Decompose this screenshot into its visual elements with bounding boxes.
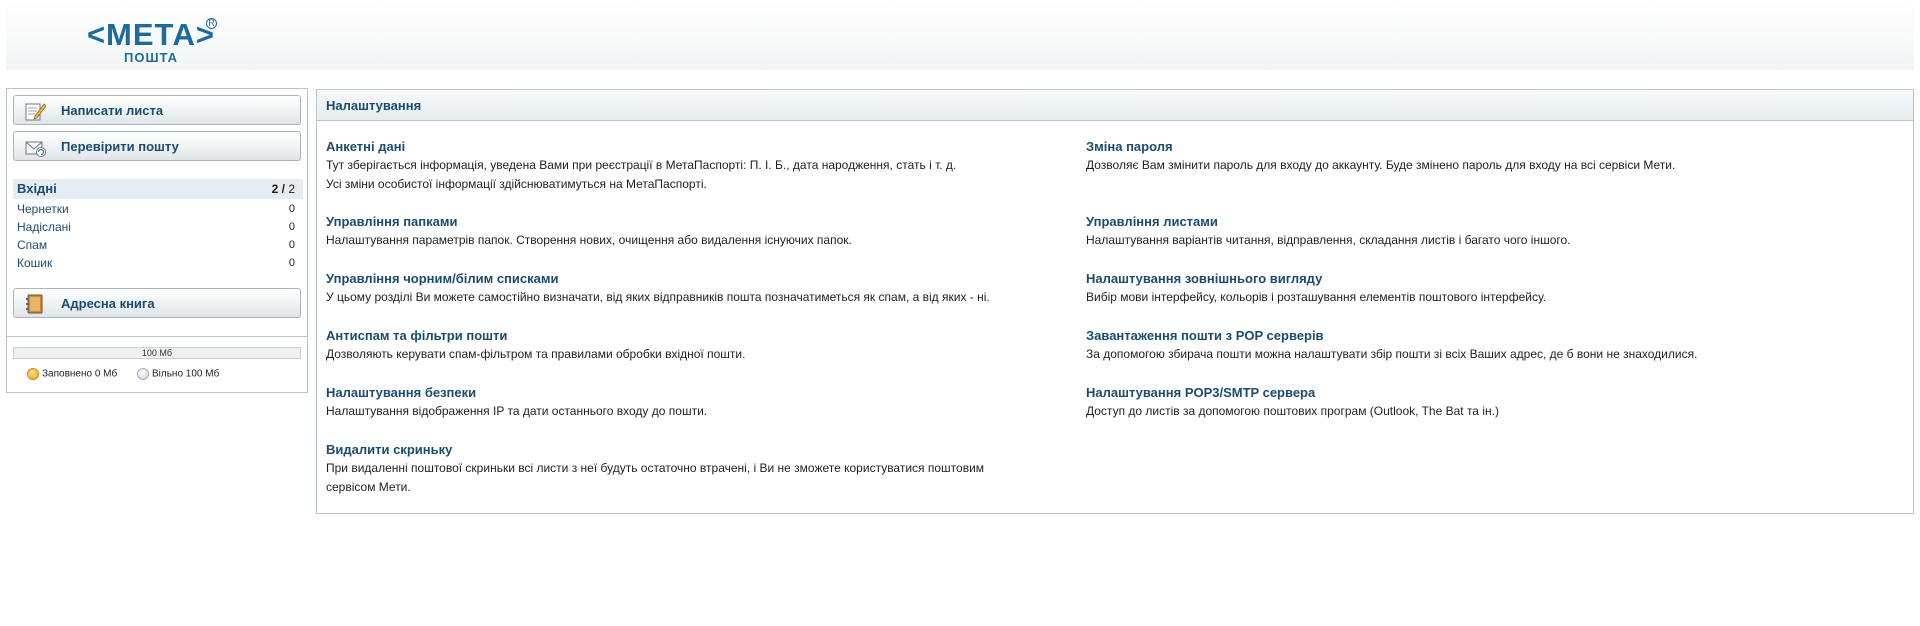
setting-delete-mailbox: Видалити скриньку При видаленні поштової… [326,441,1066,497]
setting-description: У цьому розділі Ви можете самостійно виз… [326,290,990,304]
free-dot-icon [137,368,149,380]
setting-pop-import: Завантаження пошти з POP серверів За доп… [1086,327,1826,364]
setting-title-link[interactable]: Налаштування зовнішнього вигляду [1086,270,1826,288]
used-dot-icon [27,368,39,380]
setting-password: Зміна пароля Дозволяє Вам змінити пароль… [1086,138,1826,175]
header: <МЕТА> ПОШТА R [6,0,1914,70]
setting-title-link[interactable]: Налаштування безпеки [326,384,1066,402]
compose-label: Написати листа [61,103,164,118]
setting-pop3-smtp: Налаштування POP3/SMTP сервера Доступ до… [1086,384,1826,421]
setting-description: За допомогою збирача пошти можна налашту… [1086,347,1698,361]
mail-check-icon [25,141,46,157]
logo-pochta-text: ПОШТА [123,50,179,65]
setting-description: При видаленні поштової скриньки всі лист… [326,461,985,475]
folder-count: 0 [288,203,295,215]
setting-title-link[interactable]: Управління чорним/білим списками [326,270,1066,288]
setting-description-extra: сервісом Мети. [326,480,411,494]
setting-appearance: Налаштування зовнішнього вигляду Вибір м… [1086,270,1826,307]
folder-name: Надіслані [17,220,71,234]
setting-antispam: Антиспам та фільтри пошти Дозволяють кер… [326,327,1066,364]
folder-inbox[interactable]: Вхідні 2 / 2 [13,179,303,199]
setting-folders: Управління папками Налаштування параметр… [326,213,1066,250]
check-mail-label: Перевірити пошту [61,139,179,154]
setting-description: Налаштування параметрів папок. Створення… [326,233,852,247]
quota-box: 100 Мб Заповнено 0 Мб Вільно 100 Мб [6,336,308,393]
logo-meta-text: <МЕТА> [86,17,216,52]
quota-used-legend: Заповнено 0 Мб [27,368,117,380]
setting-description: Вибір мови інтерфейсу, кольорів і розташ… [1086,290,1547,304]
folder-trash[interactable]: Кошик 0 [13,254,303,272]
settings-panel: Налаштування Анкетні дані Тут зберігаєть… [316,89,1914,514]
quota-bar-text: 100 Мб [141,348,173,358]
folder-name: Спам [17,238,48,252]
setting-title-link[interactable]: Налаштування POP3/SMTP сервера [1086,384,1826,402]
folder-name: Чернетки [17,202,69,216]
folder-drafts[interactable]: Чернетки 0 [13,200,303,218]
inbox-count: 2 / 2 [271,182,295,196]
folder-spam[interactable]: Спам 0 [13,236,303,254]
setting-title-link[interactable]: Видалити скриньку [326,441,1066,459]
setting-security: Налаштування безпеки Налаштування відобр… [326,384,1066,421]
registered-mark: R [206,18,217,29]
folder-name: Вхідні [17,181,57,196]
setting-title-link[interactable]: Зміна пароля [1086,138,1826,156]
quota-free-legend: Вільно 100 Мб [137,368,219,380]
address-book-button[interactable]: Адресна книга [13,288,301,318]
quota-used-label: Заповнено 0 Мб [42,368,118,380]
address-book-icon [26,294,43,314]
setting-description-extra: Усі зміни особистої інформації здійснюва… [326,177,707,191]
address-book-label: Адресна книга [61,296,155,311]
setting-title-link[interactable]: Анкетні дані [326,138,1066,156]
folder-list: Вхідні 2 / 2 Чернетки 0 Надіслані 0 Спам… [13,179,303,272]
setting-title-link[interactable]: Управління папками [326,213,1066,231]
folder-sent[interactable]: Надіслані 0 [13,218,303,236]
setting-description: Тут зберігається інформація, уведена Вам… [326,158,957,172]
meta-logo[interactable]: <МЕТА> ПОШТА R [86,17,217,66]
inbox-total: 2 [288,182,295,196]
setting-title-link[interactable]: Завантаження пошти з POP серверів [1086,327,1826,345]
setting-black-white-lists: Управління чорним/білим списками У цьому… [326,270,1066,307]
setting-description: Доступ до листів за допомогою поштових п… [1086,404,1499,418]
setting-profile: Анкетні дані Тут зберігається інформація… [326,138,1066,194]
setting-description: Дозволяють керувати спам-фільтром та пра… [326,347,746,361]
check-mail-button[interactable]: Перевірити пошту [13,131,301,161]
quota-free-label: Вільно 100 Мб [152,368,220,380]
setting-title-link[interactable]: Антиспам та фільтри пошти [326,327,1066,345]
compose-button[interactable]: Написати листа [13,95,301,125]
setting-title-link[interactable]: Управління листами [1086,213,1826,231]
setting-messages: Управління листами Налаштування варіанті… [1086,213,1826,250]
folder-count: 0 [288,221,295,233]
folder-count: 0 [288,239,295,251]
setting-description: Налаштування варіантів читання, відправл… [1086,233,1571,247]
folder-count: 0 [288,257,295,269]
folder-name: Кошик [17,256,53,270]
setting-description: Налаштування відображення IP та дати ост… [326,404,708,418]
inbox-unread: 2 [271,182,279,196]
page-title: Налаштування [326,98,422,113]
panel-titlebar: Налаштування [317,90,1913,121]
quota-bar: 100 Мб [13,347,301,359]
pencil-paper-icon [25,103,46,121]
setting-description: Дозволяє Вам змінити пароль для входу до… [1086,158,1676,172]
sidebar: Написати листа Перевірити пошту Вхідні 2… [6,88,308,364]
